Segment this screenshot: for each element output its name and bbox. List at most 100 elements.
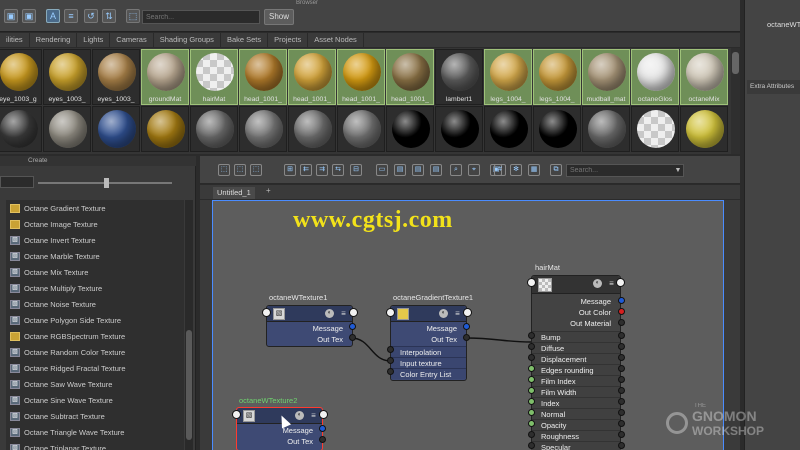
input-texture-port[interactable] [387, 357, 394, 364]
color-entry-port[interactable] [387, 368, 394, 375]
texture-swatch[interactable] [582, 106, 630, 152]
icon-size-slider[interactable] [38, 178, 172, 188]
full-mode-icon[interactable]: ▤ [430, 164, 442, 176]
create-scrollbar[interactable] [185, 200, 193, 450]
node-mode-icon[interactable]: ◐ [325, 309, 334, 318]
hairmat-output-port[interactable] [618, 387, 625, 394]
hairmat-input-edges-rounding[interactable]: Edges rounding [532, 364, 620, 375]
create-item[interactable]: Octane Gradient Texture [6, 200, 184, 216]
hairmat-output-port[interactable] [618, 431, 625, 438]
hairmat-input-opacity[interactable]: Opacity [532, 419, 620, 430]
extra-attributes-section[interactable]: Extra Attributes [747, 80, 800, 94]
node-mode-icon[interactable]: ◐ [439, 309, 448, 318]
swatch-icon[interactable]: ▦ [528, 164, 540, 176]
material-swatch[interactable]: head_1001_ [386, 49, 434, 105]
hairmat-output-port[interactable] [618, 354, 625, 361]
output-connections-icon[interactable]: ⇉ [316, 164, 328, 176]
material-swatch[interactable]: head_1001_ [288, 49, 336, 105]
node-octane-gradient-texture1[interactable]: ◐ ≡ Message Out Tex Interpolation Input … [390, 305, 467, 381]
node-output-port[interactable] [319, 410, 328, 419]
texture-swatch[interactable] [484, 106, 532, 152]
material-swatch[interactable]: hairMat [190, 49, 238, 105]
hairmat-output-port[interactable] [618, 420, 625, 427]
node-input-port[interactable] [386, 308, 395, 317]
hairmat-input-port[interactable] [528, 420, 535, 427]
browser-tab[interactable]: Rendering [30, 33, 78, 47]
slider-knob[interactable] [104, 178, 109, 188]
outtex-port[interactable] [463, 334, 470, 341]
hairmat-input-port[interactable] [528, 442, 535, 449]
search-icon[interactable]: ⌕ [450, 164, 462, 176]
texture-swatch[interactable] [533, 106, 581, 152]
browser-tab[interactable]: Cameras [110, 33, 154, 47]
swatch-scrollbar[interactable] [731, 48, 740, 154]
hairmat-input-port[interactable] [528, 398, 535, 405]
frame-icon[interactable]: ▣ [22, 9, 36, 23]
node-hairmat[interactable]: ◐ ≡ Message Out Color Out Material Bump Diff… [531, 275, 621, 450]
hairmat-input-port[interactable] [528, 332, 535, 339]
create-item[interactable]: ▧ Octane Invert Texture [6, 232, 184, 248]
select-icon[interactable]: ⬚ [218, 164, 230, 176]
texture-swatch[interactable] [141, 106, 189, 152]
texture-swatch[interactable] [239, 106, 287, 152]
node-menu-icon[interactable]: ≡ [453, 309, 462, 318]
texture-swatch[interactable] [435, 106, 483, 152]
hairmat-output-port[interactable] [618, 319, 625, 326]
hairmat-input-port[interactable] [528, 343, 535, 350]
node-header[interactable]: ◐ ≡ [532, 276, 620, 294]
texture-swatch[interactable] [288, 106, 336, 152]
layout-icon[interactable]: ⊞ [284, 164, 296, 176]
create-item[interactable]: ▧ Octane Saw Wave Texture [6, 376, 184, 392]
hairmat-output-port[interactable] [618, 365, 625, 372]
outtex-port[interactable] [349, 334, 356, 341]
refresh-icon[interactable]: ↺ [84, 9, 98, 23]
material-swatch[interactable]: eyes_1003_ [92, 49, 140, 105]
copy-icon[interactable]: ⧉ [550, 164, 562, 176]
node-output-port[interactable] [463, 308, 472, 317]
io-connections-icon[interactable]: ⇆ [332, 164, 344, 176]
message-port[interactable] [319, 425, 326, 432]
input-color-entry-list[interactable]: Color Entry List [391, 368, 466, 379]
material-swatch[interactable]: mudball_mat [582, 49, 630, 105]
filter-icon[interactable]: ⇅ [102, 9, 116, 23]
input-interpolation[interactable]: Interpolation [391, 346, 466, 357]
node-menu-icon[interactable]: ≡ [607, 279, 616, 288]
message-port[interactable] [349, 323, 356, 330]
material-swatch[interactable]: legs_1004_ [533, 49, 581, 105]
hairmat-input-port[interactable] [528, 387, 535, 394]
texture-swatch[interactable] [337, 106, 385, 152]
hairmat-input-index[interactable]: Index [532, 397, 620, 408]
create-item[interactable]: ▧ Octane Ridged Fractal Texture [6, 360, 184, 376]
browser-tab[interactable]: Lights [77, 33, 111, 47]
node-octane-wtexture2[interactable]: ▧ ◐ ≡ Message Out Tex [236, 407, 323, 450]
hairmat-input-port[interactable] [528, 376, 535, 383]
node-search-input[interactable] [566, 164, 684, 177]
hairmat-output-port[interactable] [618, 308, 625, 315]
snap-icon[interactable]: ✻ [510, 164, 522, 176]
hairmat-output-port[interactable] [618, 409, 625, 416]
material-swatch[interactable]: head_1001_ [337, 49, 385, 105]
create-item[interactable]: ▧ Octane Random Color Texture [6, 344, 184, 360]
node-header[interactable]: ▧ ◐ ≡ [267, 306, 352, 322]
node-output-port[interactable] [349, 308, 358, 317]
input-connections-icon[interactable]: ⇇ [300, 164, 312, 176]
hairmat-input-displacement[interactable]: Displacement [532, 353, 620, 364]
material-swatch[interactable]: groundMat [141, 49, 189, 105]
hairmat-input-specular[interactable]: Specular [532, 441, 620, 450]
scroll-thumb[interactable] [186, 330, 192, 440]
node-input-port[interactable] [527, 278, 536, 287]
hairmat-input-diffuse[interactable]: Diffuse [532, 342, 620, 353]
create-item[interactable]: ▧ Octane Polygon Side Texture [6, 312, 184, 328]
show-button[interactable]: Show [264, 9, 294, 25]
browser-tab[interactable]: Shading Groups [154, 33, 221, 47]
material-swatch[interactable]: octaneMix [680, 49, 728, 105]
frame-icon[interactable]: ⬚ [250, 164, 262, 176]
texture-swatch[interactable] [680, 106, 728, 152]
create-item[interactable]: ▧ Octane Triplanar Texture [6, 440, 184, 450]
texture-swatch[interactable] [386, 106, 434, 152]
browser-search-input[interactable] [142, 10, 260, 24]
create-item[interactable]: ▧ Octane Noise Texture [6, 296, 184, 312]
material-swatch[interactable]: eye_1003_g [0, 49, 42, 105]
hairmat-input-normal[interactable]: Normal [532, 408, 620, 419]
hairmat-output-port[interactable] [618, 343, 625, 350]
